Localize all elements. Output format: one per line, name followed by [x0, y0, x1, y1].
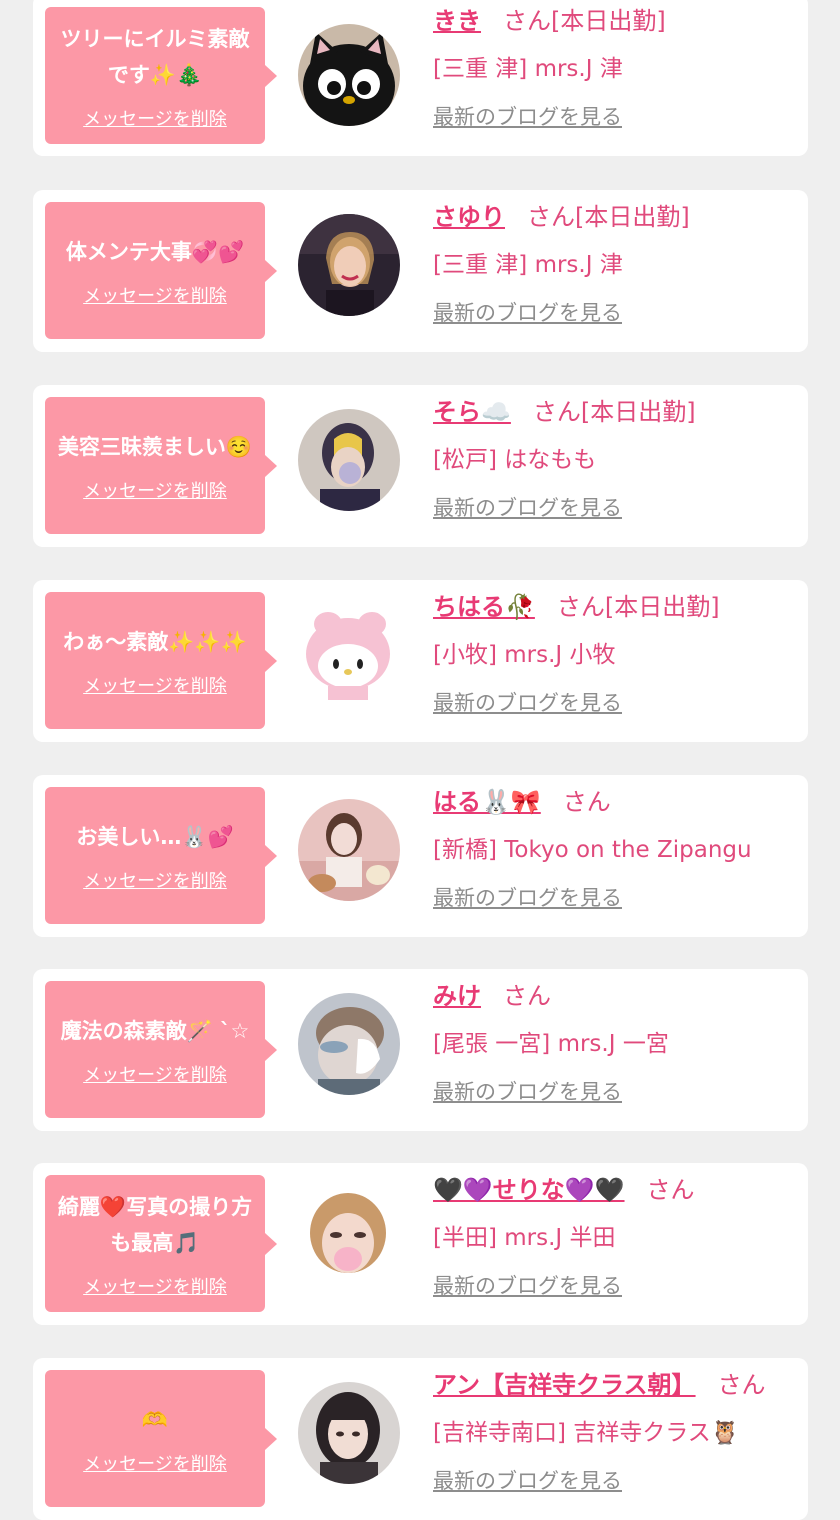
message-text: 美容三昧羨ましい☺️: [57, 434, 253, 459]
card-info: きき さん[本日出勤] [三重 津] mrs.J 津 最新のブログを見る: [433, 4, 798, 131]
avatar[interactable]: [298, 1187, 400, 1289]
user-photo: [298, 214, 400, 316]
list-item: ツリーにイルミ素敵です✨🎄 メッセージを削除 きき さん[本日出勤] [三重 津…: [33, 0, 808, 156]
cast-name-link[interactable]: 🖤💜せりな💜🖤: [433, 1176, 625, 1204]
cast-status: さん: [503, 982, 551, 1010]
list-item: 美容三昧羨ましい☺️ メッセージを削除 そら☁️ さん[本日出勤] [松戸] はな…: [33, 385, 808, 547]
avatar[interactable]: [298, 24, 400, 126]
message-bubble: わぁ〜素敵✨✨✨ メッセージを削除: [45, 592, 277, 729]
delete-message-button[interactable]: メッセージを削除: [83, 1273, 227, 1299]
cast-status: さん: [717, 1371, 766, 1399]
cast-status: さん: [562, 788, 611, 816]
list-item: 🫶 メッセージを削除 アン【吉祥寺クラス朝】 さん [吉祥寺南口] 吉祥寺クラス🦉…: [33, 1358, 808, 1520]
card-info: そら☁️ さん[本日出勤] [松戸] はなもも 最新のブログを見る: [433, 395, 798, 522]
cast-status: さん[本日出勤]: [527, 203, 690, 231]
message-bubble: お美しい…🐰💕 メッセージを削除: [45, 787, 277, 924]
delete-message-button[interactable]: メッセージを削除: [83, 105, 227, 131]
latest-blog-link[interactable]: 最新のブログを見る: [433, 687, 622, 717]
message-bubble: 魔法の森素敵🪄 ˋ☆ メッセージを削除: [45, 981, 277, 1118]
cast-name-link[interactable]: きき: [433, 7, 481, 35]
cast-name-link[interactable]: ちはる🥀: [433, 593, 535, 621]
card-info: はる🐰🎀 さん [新橋] Tokyo on the Zipangu 最新のブログを…: [433, 785, 798, 912]
latest-blog-link[interactable]: 最新のブログを見る: [433, 297, 622, 327]
card-info: さゆり さん[本日出勤] [三重 津] mrs.J 津 最新のブログを見る: [433, 200, 798, 327]
list-item: 魔法の森素敵🪄 ˋ☆ メッセージを削除 みけ さん [尾張 一宮] mrs.J 一…: [33, 969, 808, 1131]
user-photo: [298, 409, 400, 511]
black-cat-icon: [298, 24, 400, 126]
shop-name: [半田] mrs.J 半田: [433, 1225, 616, 1251]
card-info: みけ さん [尾張 一宮] mrs.J 一宮 最新のブログを見る: [433, 979, 798, 1106]
delete-message-button[interactable]: メッセージを削除: [83, 1061, 227, 1087]
cast-name-link[interactable]: アン【吉祥寺クラス朝】: [433, 1371, 696, 1399]
cast-name-link[interactable]: そら☁️: [433, 398, 511, 426]
message-text: わぁ〜素敵✨✨✨: [63, 629, 247, 654]
shop-name: [三重 津] mrs.J 津: [433, 56, 623, 82]
shop-name: [新橋] Tokyo on the Zipangu: [433, 837, 752, 863]
card-info: アン【吉祥寺クラス朝】 さん [吉祥寺南口] 吉祥寺クラス🦉 最新のブログを見る: [433, 1368, 798, 1495]
latest-blog-link[interactable]: 最新のブログを見る: [433, 1465, 622, 1495]
cast-status: さん: [646, 1176, 695, 1204]
latest-blog-link[interactable]: 最新のブログを見る: [433, 882, 622, 912]
message-text: 体メンテ大事💞💕: [65, 239, 245, 264]
avatar[interactable]: [298, 993, 400, 1095]
message-text: お美しい…🐰💕: [76, 824, 234, 849]
delete-message-button[interactable]: メッセージを削除: [83, 867, 227, 893]
list-item: お美しい…🐰💕 メッセージを削除 はる🐰🎀 さん [新橋] Tokyo on th…: [33, 775, 808, 937]
latest-blog-link[interactable]: 最新のブログを見る: [433, 492, 622, 522]
delete-message-button[interactable]: メッセージを削除: [83, 1450, 227, 1476]
latest-blog-link[interactable]: 最新のブログを見る: [433, 1270, 622, 1300]
message-bubble: 美容三昧羨ましい☺️ メッセージを削除: [45, 397, 277, 534]
message-text: 🫶: [141, 1407, 169, 1432]
latest-blog-link[interactable]: 最新のブログを見る: [433, 101, 622, 131]
shop-name: [三重 津] mrs.J 津: [433, 252, 623, 278]
cast-name-link[interactable]: みけ: [433, 982, 481, 1010]
shop-name: [小牧] mrs.J 小牧: [433, 642, 616, 668]
delete-message-button[interactable]: メッセージを削除: [83, 282, 227, 308]
user-photo: [298, 993, 400, 1095]
message-text: ツリーにイルミ素敵です✨🎄: [60, 26, 250, 87]
message-text: 魔法の森素敵🪄 ˋ☆: [60, 1018, 250, 1043]
message-bubble: 🫶 メッセージを削除: [45, 1370, 277, 1507]
avatar[interactable]: [298, 214, 400, 316]
user-photo: [298, 799, 400, 901]
cast-status: さん[本日出勤]: [532, 398, 696, 426]
delete-message-button[interactable]: メッセージを削除: [83, 672, 227, 698]
message-bubble: ツリーにイルミ素敵です✨🎄 メッセージを削除: [45, 7, 277, 144]
message-bubble: 体メンテ大事💞💕 メッセージを削除: [45, 202, 277, 339]
cast-status: さん[本日出勤]: [556, 593, 720, 621]
latest-blog-link[interactable]: 最新のブログを見る: [433, 1076, 622, 1106]
shop-name: [松戸] はなもも: [433, 447, 597, 473]
user-photo: [298, 1187, 400, 1289]
list-item: 体メンテ大事💞💕 メッセージを削除 さゆり さん[本日出勤] [三重 津] mrs…: [33, 190, 808, 352]
message-text: 綺麗❤️写真の撮り方も最高🎵: [57, 1194, 253, 1255]
card-info: 🖤💜せりな💜🖤 さん [半田] mrs.J 半田 最新のブログを見る: [433, 1173, 798, 1300]
bunny-plush-icon: [298, 604, 400, 706]
avatar[interactable]: [298, 604, 400, 706]
avatar[interactable]: [298, 409, 400, 511]
list-item: わぁ〜素敵✨✨✨ メッセージを削除 ちはる🥀 さん[本日出勤] [小牧] mrs.…: [33, 580, 808, 742]
list-item: 綺麗❤️写真の撮り方も最高🎵 メッセージを削除 🖤💜せりな💜🖤 さん [半田] m…: [33, 1163, 808, 1325]
card-info: ちはる🥀 さん[本日出勤] [小牧] mrs.J 小牧 最新のブログを見る: [433, 590, 798, 717]
delete-message-button[interactable]: メッセージを削除: [83, 477, 227, 503]
cast-name-link[interactable]: さゆり: [433, 203, 505, 231]
cast-status: さん[本日出勤]: [503, 7, 666, 35]
avatar[interactable]: [298, 799, 400, 901]
shop-name: [尾張 一宮] mrs.J 一宮: [433, 1031, 669, 1057]
message-bubble: 綺麗❤️写真の撮り方も最高🎵 メッセージを削除: [45, 1175, 277, 1312]
shop-name: [吉祥寺南口] 吉祥寺クラス🦉: [433, 1420, 740, 1446]
user-photo: [298, 1382, 400, 1484]
cast-name-link[interactable]: はる🐰🎀: [433, 788, 541, 816]
avatar[interactable]: [298, 1382, 400, 1484]
